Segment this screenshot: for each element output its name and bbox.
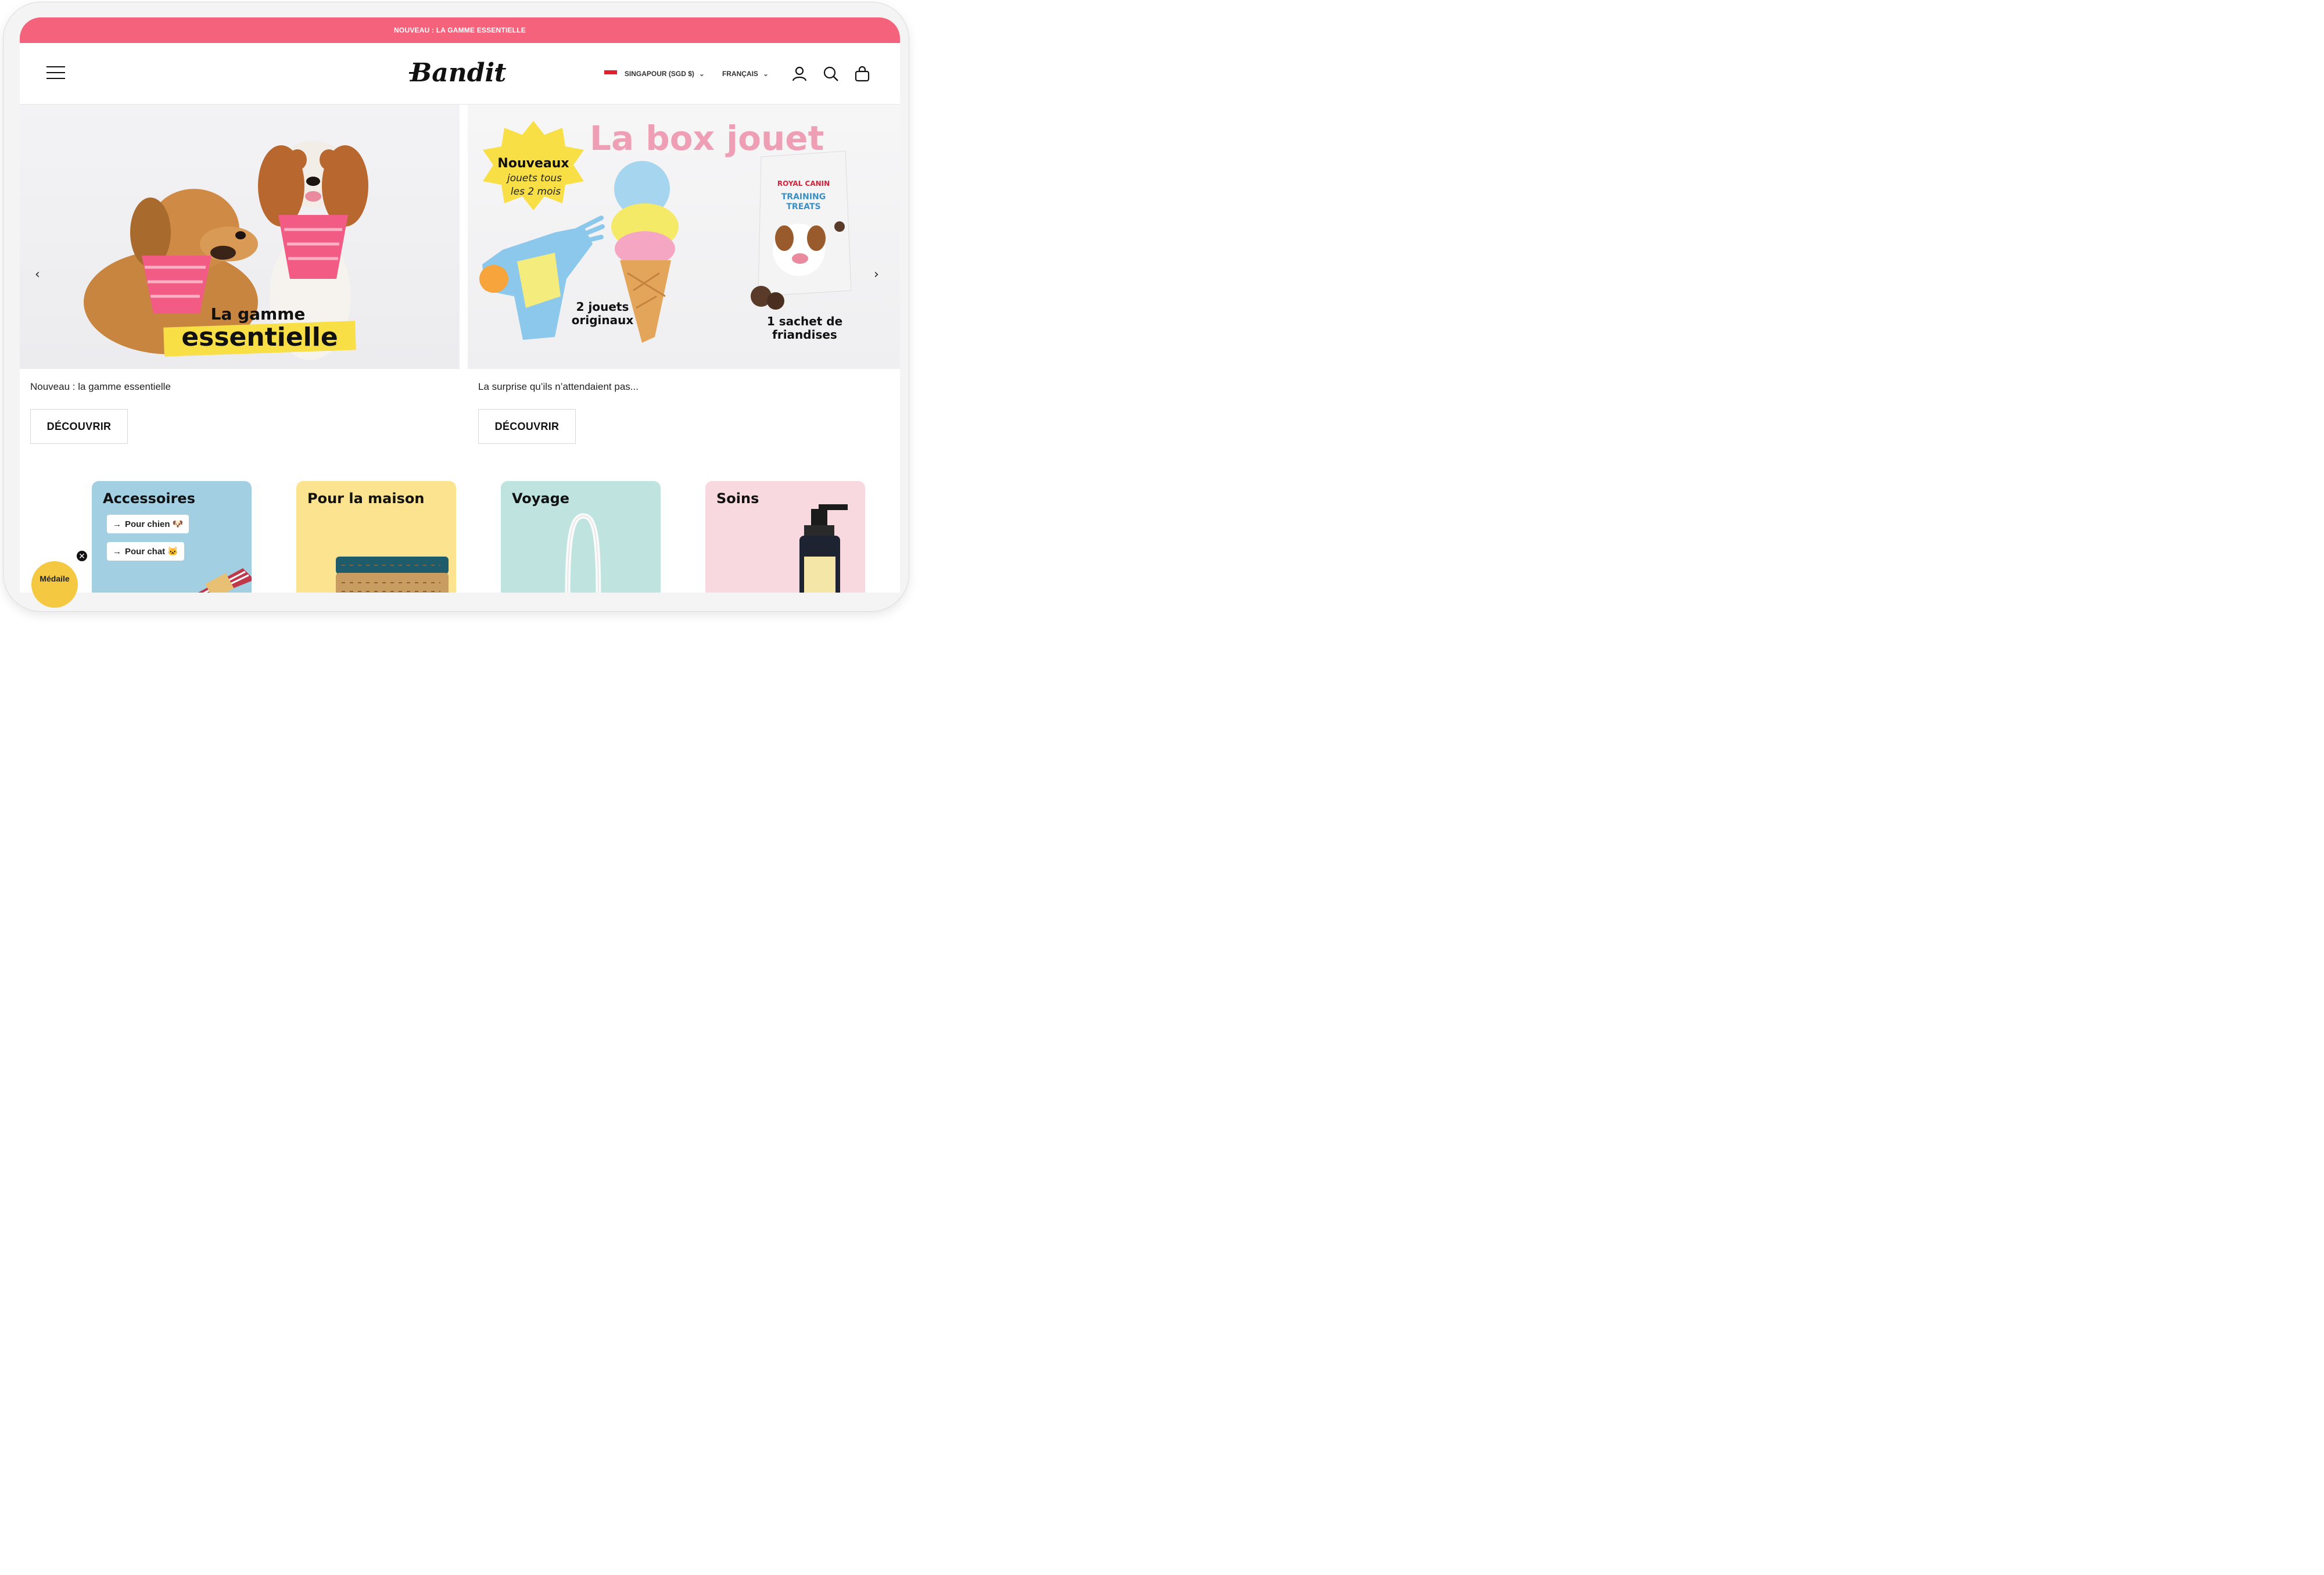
category-title: Voyage [512, 490, 570, 507]
badge-line3: les 2 mois [511, 186, 561, 198]
harness-illustration [198, 568, 252, 593]
toys-label-1: 2 jouets [576, 300, 629, 314]
badge-line2: jouets tous [506, 173, 562, 184]
search-icon[interactable] [822, 65, 840, 82]
category-accessoires[interactable]: Accessoires → Pour chien 🐶 → Pour chat 🐱 [92, 481, 252, 593]
category-title: Pour la maison [307, 490, 425, 507]
shampoo-bottle-illustration [799, 504, 848, 593]
language-selector[interactable]: FRANÇAIS ⌄ [722, 70, 769, 78]
close-icon[interactable]: ✕ [76, 550, 88, 562]
hero-slide-essentielle[interactable]: La gamme essentielle [20, 105, 460, 369]
country-selector[interactable]: SINGAPOUR (SGD $) ⌄ [603, 70, 705, 78]
pour-chat-link[interactable]: → Pour chat 🐱 [107, 542, 185, 561]
announcement-text[interactable]: NOUVEAU : LA GAMME ESSENTIELLE [394, 26, 526, 34]
hero-right-caption: La surprise qu’ils n’attendaient pas... [478, 381, 639, 392]
medal-promo-badge[interactable]: Médaile [31, 561, 78, 608]
language-label: FRANÇAIS [722, 70, 758, 78]
arrow-right-icon: → [113, 546, 121, 557]
carousel-prev-arrow[interactable]: ‹ [35, 267, 40, 282]
header-actions: SINGAPOUR (SGD $) ⌄ FRANÇAIS ⌄ [603, 43, 871, 105]
medal-label: Médaile [40, 574, 70, 583]
menu-icon[interactable] [46, 66, 65, 80]
chevron-down-icon: ⌄ [698, 70, 705, 78]
tote-bag-illustration [565, 513, 601, 593]
toys-label-2: originaux [572, 313, 634, 327]
carousel-next-arrow[interactable]: › [874, 267, 879, 282]
category-voyage[interactable]: Voyage [501, 481, 661, 593]
hero-right-title: La box jouet [590, 119, 824, 158]
hero-left-line2: essentielle [181, 322, 338, 352]
hero-left-caption: Nouveau : la gamme essentielle [30, 381, 171, 392]
treats-label-2: friandises [772, 328, 837, 342]
chevron-down-icon: ⌄ [762, 70, 769, 78]
category-maison[interactable]: Pour la maison [296, 481, 456, 593]
site-header: Bandit SINGAPOUR (SGD $) ⌄ FRANÇAIS ⌄ [20, 43, 900, 105]
screen: NOUVEAU : LA GAMME ESSENTIELLE Bandit SI… [20, 17, 900, 593]
toy-box-illustration: La box jouet Nouveaux jouets tous les 2 … [479, 119, 852, 343]
cushion-illustration [336, 557, 449, 593]
bag-icon[interactable] [853, 65, 871, 82]
announcement-bar[interactable]: NOUVEAU : LA GAMME ESSENTIELLE [20, 17, 900, 43]
category-title: Accessoires [103, 490, 195, 507]
hero-carousel: La gamme essentielle La box jouet Nouvea… [20, 105, 900, 369]
category-soins[interactable]: Soins [705, 481, 865, 593]
country-label: SINGAPOUR (SGD $) [624, 70, 694, 78]
decouvrir-right-button[interactable]: DÉCOUVRIR [478, 409, 576, 444]
user-icon[interactable] [791, 65, 808, 82]
badge-line1: Nouveaux [497, 156, 569, 171]
decouvrir-left-button[interactable]: DÉCOUVRIR [30, 409, 128, 444]
brand-logo-text: Bandit [410, 58, 507, 88]
pour-chien-label: Pour chien 🐶 [125, 519, 184, 529]
pack-line2: TREATS [786, 202, 820, 211]
arrow-right-icon: → [113, 519, 121, 529]
hero-left-line1: La gamme [211, 304, 306, 324]
pack-line1: TRAINING [781, 192, 826, 202]
hero-slide-box-jouet[interactable]: La box jouet Nouveaux jouets tous les 2 … [468, 105, 900, 369]
dogs-illustration: La gamme essentielle [84, 141, 368, 360]
treats-label-1: 1 sachet de [767, 314, 842, 328]
pack-brand: ROYAL CANIN [777, 180, 830, 188]
pour-chien-link[interactable]: → Pour chien 🐶 [107, 515, 189, 533]
brand-logo[interactable]: Bandit [409, 56, 507, 91]
pour-chat-label: Pour chat 🐱 [125, 547, 179, 557]
singapore-flag-icon [603, 70, 618, 78]
category-title: Soins [716, 490, 759, 507]
